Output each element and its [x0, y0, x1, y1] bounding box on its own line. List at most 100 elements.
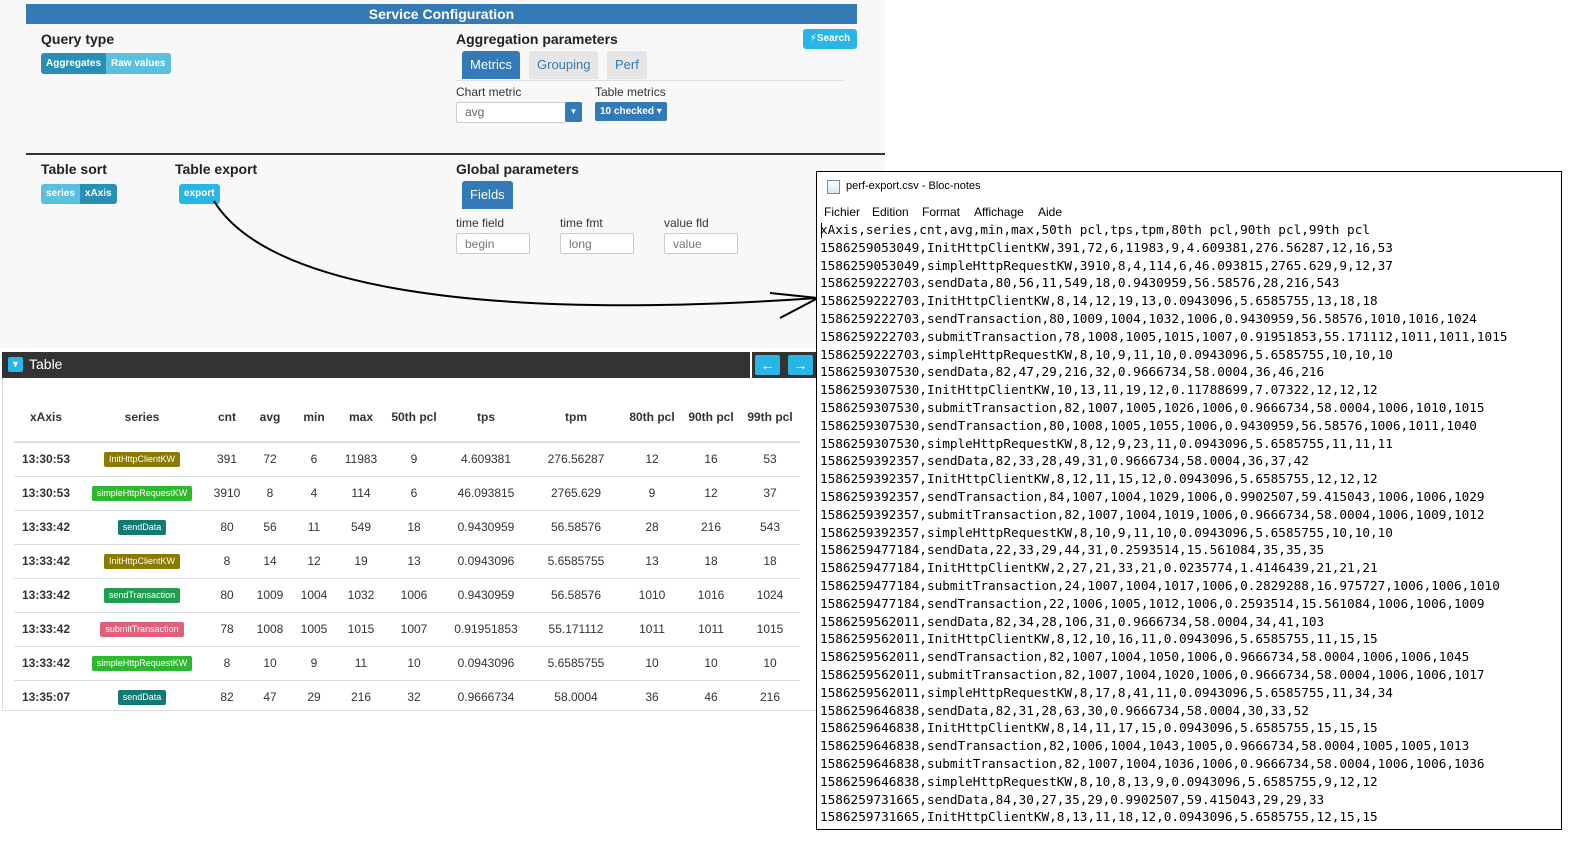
table-cell: 53: [740, 442, 800, 477]
table-header-row: xAxis series cnt avg min max 50th pcl tps tpm 80t…: [14, 392, 800, 443]
table-cell: 2765.629: [530, 476, 622, 511]
notepad-text-area[interactable]: xAxis,series,cnt,avg,min,max,50th pcl,tp…: [820, 221, 1560, 826]
table-cell: 10: [248, 646, 292, 681]
chart-metric-select[interactable]: avg: [456, 102, 566, 123]
table-cell: 0.91951853: [442, 612, 530, 647]
table-row: 13:33:42 sendTransaction 80 1009 1004 1032 100…: [14, 578, 800, 613]
table-panel-header: ▼ Table: [2, 352, 750, 378]
column-header[interactable]: 50th pcl: [386, 392, 442, 443]
tab-fields[interactable]: Fields: [462, 181, 513, 209]
column-header[interactable]: tps: [442, 392, 530, 443]
arrow-left-icon[interactable]: ←: [755, 355, 780, 375]
table-cell: 37: [740, 476, 800, 511]
column-header[interactable]: 80th pcl: [622, 392, 682, 443]
search-button[interactable]: ⚡Search: [803, 29, 857, 49]
table-cell: 216: [682, 510, 740, 545]
table-cell: 1011: [622, 612, 682, 647]
table-cell: 29: [292, 680, 336, 710]
notepad-menubar: Fichier Edition Format Affichage Aide: [817, 202, 1561, 222]
value-fld-input[interactable]: [664, 233, 738, 254]
column-header[interactable]: xAxis: [14, 392, 78, 443]
table-cell: 10: [386, 646, 442, 681]
table-cell: 4: [292, 476, 336, 511]
table-cell: 8: [248, 476, 292, 511]
sort-xaxis-option[interactable]: xAxis: [79, 184, 117, 204]
column-header[interactable]: min: [292, 392, 336, 443]
bolt-icon: ⚡: [809, 33, 817, 44]
chevron-down-icon[interactable]: ▼: [565, 102, 582, 122]
panel-title: Service Configuration: [26, 4, 857, 24]
arrow-right-icon[interactable]: →: [788, 355, 813, 375]
table-cell: 28: [622, 510, 682, 545]
table-cell: 1007: [386, 612, 442, 647]
table-cell: 10: [740, 646, 800, 681]
table-row: 13:33:42 simpleHttpRequestKW 8 10 9 11 10 0.094…: [14, 646, 800, 681]
tab-grouping[interactable]: Grouping: [529, 51, 599, 79]
tab-perf[interactable]: Perf: [607, 51, 647, 79]
table-cell: 0.0943096: [442, 544, 530, 579]
table-cell: 13:33:42: [14, 578, 78, 613]
table-row: 13:33:42 sendData 80 56 11 549 18 0.9430959 56.5…: [14, 510, 800, 545]
table-cell: 13:30:53: [14, 442, 78, 477]
table-cell: 1004: [292, 578, 336, 613]
table-cell: 13:30:53: [14, 476, 78, 511]
series-badge: InitHttpClientKW: [103, 452, 181, 468]
table-cell: 216: [336, 680, 386, 710]
table-cell: 47: [248, 680, 292, 710]
column-header[interactable]: avg: [248, 392, 292, 443]
column-header[interactable]: max: [336, 392, 386, 443]
menu-edition[interactable]: Edition: [872, 205, 909, 219]
time-fmt-input[interactable]: [560, 233, 634, 254]
table-cell: 36: [622, 680, 682, 710]
table-metrics-dropdown[interactable]: 10 checked ▾: [595, 102, 667, 121]
table-cell: 56: [248, 510, 292, 545]
table-cell: 391: [206, 442, 248, 477]
menu-fichier[interactable]: Fichier: [824, 205, 860, 219]
column-header[interactable]: 90th pcl: [682, 392, 740, 443]
table-cell: 276.56287: [530, 442, 622, 477]
series-badge: submitTransaction: [100, 622, 184, 637]
query-type-toggle: Aggregates Raw values: [41, 53, 171, 74]
table-cell: 1009: [248, 578, 292, 613]
table-row: 13:33:42 submitTransaction 78 1008 1005 1015 1…: [14, 612, 800, 647]
table-cell: 10: [682, 646, 740, 681]
series-badge: sendData: [117, 690, 167, 705]
table-cell: 58.0004: [530, 680, 622, 710]
aggregates-option[interactable]: Aggregates: [41, 53, 107, 74]
table-cell: 5.6585755: [530, 544, 622, 579]
collapse-icon[interactable]: ▼: [8, 357, 23, 372]
table-cell: 0.9666734: [442, 680, 530, 710]
menu-format[interactable]: Format: [922, 205, 960, 219]
menu-aide[interactable]: Aide: [1038, 205, 1062, 219]
series-cell: simpleHttpRequestKW: [78, 646, 206, 681]
table-cell: 80: [206, 510, 248, 545]
table-cell: 0.0943096: [442, 646, 530, 681]
table-cell: 11: [292, 510, 336, 545]
table-cell: 1024: [740, 578, 800, 613]
menu-affichage[interactable]: Affichage: [974, 205, 1024, 219]
table-cell: 0.9430959: [442, 578, 530, 613]
raw-values-option[interactable]: Raw values: [106, 53, 171, 74]
table-cell: 8: [206, 544, 248, 579]
series-badge: InitHttpClientKW: [103, 554, 181, 569]
tab-metrics[interactable]: Metrics: [462, 51, 520, 79]
column-header[interactable]: cnt: [206, 392, 248, 443]
column-header[interactable]: tpm: [530, 392, 622, 443]
table-cell: 1016: [682, 578, 740, 613]
value-fld-label: value fld: [664, 216, 709, 230]
series-badge: simpleHttpRequestKW: [91, 656, 193, 671]
table-cell: 1010: [622, 578, 682, 613]
table-cell: 1008: [248, 612, 292, 647]
series-badge: sendTransaction: [103, 588, 181, 603]
text-cursor: [821, 223, 822, 238]
export-button[interactable]: export: [179, 184, 220, 204]
section-divider: [26, 153, 885, 155]
column-header[interactable]: series: [78, 392, 206, 443]
column-header[interactable]: 99th pcl: [740, 392, 800, 443]
table-cell: 11983: [336, 442, 386, 477]
table-cell: 13:33:42: [14, 544, 78, 579]
table-cell: 6: [386, 476, 442, 511]
time-field-input[interactable]: [456, 233, 530, 254]
table-cell: 80: [206, 578, 248, 613]
sort-series-option[interactable]: series: [41, 184, 80, 204]
